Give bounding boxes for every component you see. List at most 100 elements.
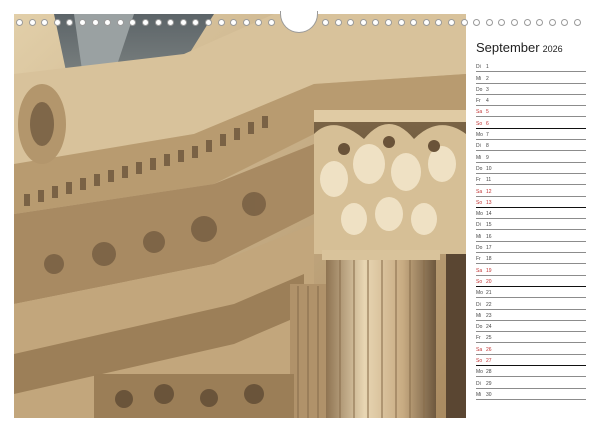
weekday-label: Do: [476, 324, 483, 331]
architecture-photo: [14, 14, 466, 418]
binding-ring: [66, 19, 74, 26]
day-list: Di 1 Mi 2 Do 3 Fr 4 Sa 5 So 6 Mo 7 Di 8 Mi 9 Do 10 Fr 11 Sa 12 S…: [476, 61, 586, 400]
day-number: 3: [486, 86, 489, 93]
weekday-label: So: [476, 278, 483, 285]
binding-ring: [116, 19, 124, 26]
weekday-label: Di: [476, 380, 481, 387]
binding-ring: [536, 19, 544, 26]
weekday-label: Mo: [476, 290, 483, 297]
day-number: 22: [486, 301, 492, 308]
day-number: 20: [486, 278, 492, 285]
binding-ring: [179, 19, 187, 26]
day-number: 9: [486, 154, 489, 161]
binding-ring: [16, 19, 23, 26]
day-row: Sa 19: [476, 264, 586, 276]
binding-ring: [385, 19, 392, 26]
day-row: Do 17: [476, 242, 586, 254]
binding-ring: [574, 19, 581, 26]
day-row: So 13: [476, 197, 586, 208]
weekday-label: Mi: [476, 75, 482, 82]
weekday-label: Di: [476, 301, 481, 308]
day-row: So 20: [476, 276, 586, 287]
weekday-label: Sa: [476, 109, 483, 116]
weekday-label: Fr: [476, 177, 481, 184]
weekday-label: Sa: [476, 188, 483, 195]
day-row: So 6: [476, 117, 586, 129]
binding-ring: [192, 19, 200, 26]
binding-ring: [242, 19, 250, 26]
weekday-label: Mi: [476, 312, 482, 319]
day-row: Mi 16: [476, 230, 586, 242]
binding-ring: [410, 19, 418, 26]
binding-ring: [347, 19, 355, 26]
weekday-label: Fr: [476, 256, 481, 263]
binding-ring: [28, 19, 36, 26]
day-number: 27: [486, 358, 492, 365]
weekday-label: Mo: [476, 211, 483, 218]
day-row: Fr 11: [476, 174, 586, 186]
binding-ring: [460, 19, 468, 26]
day-number: 1: [486, 64, 489, 71]
day-number: 4: [486, 98, 489, 105]
day-number: 2: [486, 75, 489, 82]
binding-ring: [498, 19, 506, 26]
binding-ring: [268, 19, 275, 26]
day-number: 29: [486, 380, 492, 387]
day-number: 26: [486, 346, 492, 353]
binding-ring: [397, 19, 405, 26]
binding-ring: [129, 19, 137, 26]
weekday-label: So: [476, 358, 483, 365]
weekday-label: Di: [476, 222, 481, 229]
binding-ring: [422, 19, 430, 26]
binding-ring: [523, 19, 531, 26]
day-number: 21: [486, 290, 492, 297]
day-number: 8: [486, 143, 489, 150]
binding-ring: [217, 19, 225, 26]
binding-ring: [53, 19, 61, 26]
binding-ring: [435, 19, 443, 26]
weekday-label: Fr: [476, 98, 481, 105]
day-row: Mi 9: [476, 151, 586, 163]
day-number: 24: [486, 324, 492, 331]
day-row: Sa 5: [476, 106, 586, 118]
corinthian-column-image: [14, 14, 466, 418]
day-number: 14: [486, 211, 492, 218]
day-row: So 27: [476, 355, 586, 367]
day-row: Do 24: [476, 321, 586, 333]
day-number: 23: [486, 312, 492, 319]
weekday-label: Mo: [476, 132, 483, 139]
weekday-label: Mi: [476, 154, 482, 161]
day-number: 15: [486, 222, 492, 229]
binding-ring: [511, 19, 518, 26]
day-number: 25: [486, 335, 492, 342]
weekday-label: Do: [476, 245, 483, 252]
weekday-label: Sa: [476, 267, 483, 274]
binding-ring: [561, 19, 569, 26]
calendar-panel: September 2026 Di 1 Mi 2 Do 3 Fr 4 Sa 5 So 6 Mo 7 Di 8 Mi…: [476, 38, 586, 400]
day-row: Mo 14: [476, 208, 586, 220]
day-number: 5: [486, 109, 489, 116]
binding-ring: [359, 19, 367, 26]
binding-ring: [79, 19, 86, 26]
day-row: Mi 23: [476, 310, 586, 321]
day-number: 17: [486, 245, 492, 252]
binding-ring: [104, 19, 112, 26]
day-row: Sa 12: [476, 185, 586, 197]
day-row: Do 10: [476, 163, 586, 174]
day-row: Mi 2: [476, 72, 586, 84]
binding-ring: [322, 19, 329, 26]
day-number: 13: [486, 199, 492, 206]
day-row: Di 29: [476, 377, 586, 389]
day-row: Di 22: [476, 298, 586, 310]
binding-ring: [548, 19, 556, 26]
day-row: Di 15: [476, 219, 586, 231]
binding-ring: [473, 19, 481, 26]
day-number: 11: [486, 177, 492, 184]
binding-ring: [230, 19, 238, 26]
weekday-label: So: [476, 120, 483, 127]
calendar-page: September 2026 Di 1 Mi 2 Do 3 Fr 4 Sa 5 So 6 Mo 7 Di 8 Mi…: [14, 11, 586, 418]
binding-ring: [448, 19, 455, 26]
day-number: 16: [486, 233, 492, 240]
binding-ring: [142, 19, 149, 26]
day-row: Fr 4: [476, 95, 586, 107]
